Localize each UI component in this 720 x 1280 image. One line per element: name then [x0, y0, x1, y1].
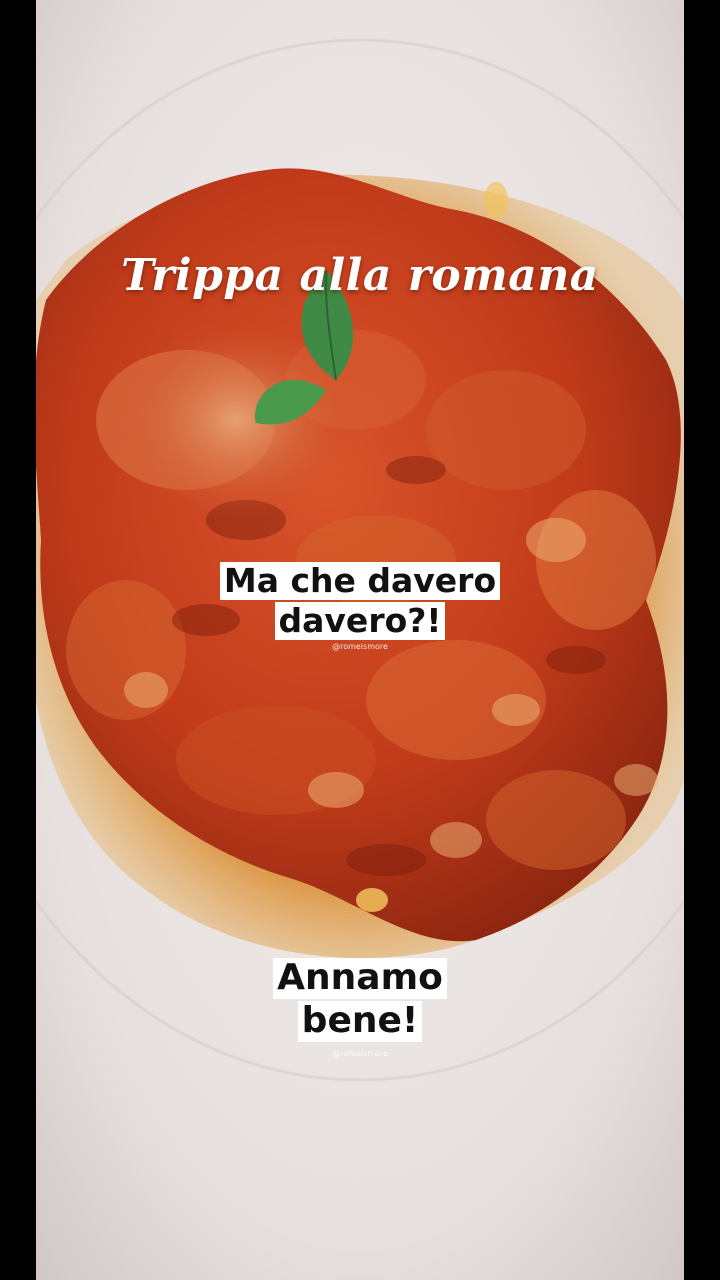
caption-top-line-2: davero?!: [274, 602, 446, 640]
watermark-handle-bottom: @romeismore: [332, 1049, 388, 1058]
caption-bottom-line-1: Annamo: [273, 958, 447, 999]
watermark-handle: @romeismore: [332, 642, 388, 651]
caption-top-line-1: Ma che davero: [219, 562, 501, 600]
dish-title: Trippa alla romana: [121, 250, 599, 301]
video-frame: Trippa alla romana Ma che davero davero?…: [0, 0, 720, 1280]
caption-bottom: Annamo bene!: [0, 958, 720, 1044]
caption-top: Ma che davero davero?!: [0, 562, 720, 642]
caption-bottom-line-2: bene!: [297, 1001, 423, 1042]
